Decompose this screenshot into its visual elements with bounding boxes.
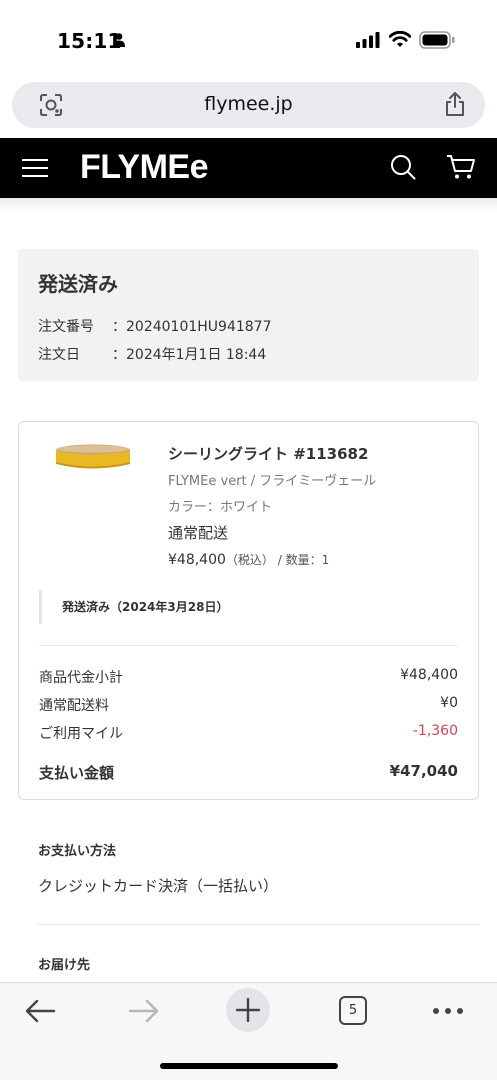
ceiling-light-product-image[interactable] (55, 442, 131, 470)
order-number-value: 20240101HU941877 (126, 319, 272, 335)
subtotal-row: 商品代金小計 ¥48,400 (39, 667, 458, 687)
more-icon[interactable] (432, 1007, 464, 1015)
signal-icon (356, 32, 380, 48)
home-indicator (160, 1063, 338, 1069)
shipping-status-note: 発送済み（2024年3月28日） (39, 590, 228, 624)
total-value: ¥47,040 (389, 762, 458, 780)
cart-icon[interactable] (446, 154, 476, 180)
product-name[interactable]: シーリングライト #113682 (168, 443, 368, 464)
status-bar: 15:11 (0, 0, 497, 80)
site-header: FLYMEe (0, 138, 497, 198)
total-label: 支払い金額 (39, 764, 115, 782)
forward-arrow-icon[interactable] (128, 999, 160, 1023)
divider (38, 924, 479, 925)
status-time: 15:11 (57, 29, 122, 53)
subtotal-value: ¥48,400 (400, 667, 458, 683)
tabs-button[interactable]: 5 (339, 996, 367, 1025)
wifi-icon (389, 30, 411, 47)
battery-icon (419, 31, 455, 49)
address-bar[interactable]: flymee.jp (12, 82, 485, 128)
order-status-box: 発送済み 注文番号 ：20240101HU941877 注文日 ：2024年1月1日… (18, 249, 479, 381)
shipping-fee-value: ¥0 (440, 695, 458, 711)
quantity: / 数量：1 (273, 553, 330, 567)
payment-method-label: お支払い方法 (38, 844, 117, 859)
product-color: カラー：ホワイト (168, 500, 273, 515)
search-icon[interactable] (390, 154, 416, 180)
order-item-card: シーリングライト #113682 FLYMEe vert / フライミーヴェール… (18, 421, 479, 800)
person-icon (113, 33, 125, 47)
hamburger-menu-icon[interactable] (22, 157, 48, 179)
order-number-row: 注文番号 ：20240101HU941877 (38, 316, 271, 336)
subtotal-label: 商品代金小計 (39, 670, 123, 686)
back-arrow-icon[interactable] (24, 999, 56, 1023)
miles-used-row: ご利用マイル -1,360 (39, 723, 458, 743)
order-date-label: 注文日 (38, 347, 80, 363)
divider (39, 645, 458, 646)
shipping-fee-label: 通常配送料 (39, 698, 109, 714)
miles-used-label: ご利用マイル (39, 726, 123, 742)
site-logo[interactable]: FLYMEe (80, 148, 209, 187)
new-tab-button[interactable] (226, 988, 270, 1032)
product-price-row: ¥48,400（税込） / 数量：1 (168, 551, 329, 568)
shipping-method: 通常配送 (168, 524, 229, 542)
url-text[interactable]: flymee.jp (12, 93, 485, 115)
separator: ： (112, 347, 126, 363)
order-date-row: 注文日 ：2024年1月1日 18:44 (38, 344, 266, 364)
shipping-fee-row: 通常配送料 ¥0 (39, 695, 458, 715)
product-price: ¥48,400 (168, 552, 226, 568)
header-shadow (0, 198, 497, 212)
share-icon[interactable] (444, 91, 466, 117)
separator: ： (112, 319, 126, 335)
plus-icon (236, 998, 260, 1022)
product-brand: FLYMEe vert / フライミーヴェール (168, 474, 377, 489)
total-row: 支払い金額 ¥47,040 (39, 762, 458, 783)
order-date-value: 2024年1月1日 18:44 (126, 347, 267, 363)
delivery-address-label: お届け先 (38, 958, 91, 973)
order-number-label: 注文番号 (38, 319, 94, 335)
order-status-title: 発送済み (38, 272, 118, 296)
tax-note: （税込） (225, 553, 274, 567)
payment-method-value: クレジットカード決済（一括払い） (38, 877, 279, 895)
miles-used-value: -1,360 (412, 723, 458, 739)
